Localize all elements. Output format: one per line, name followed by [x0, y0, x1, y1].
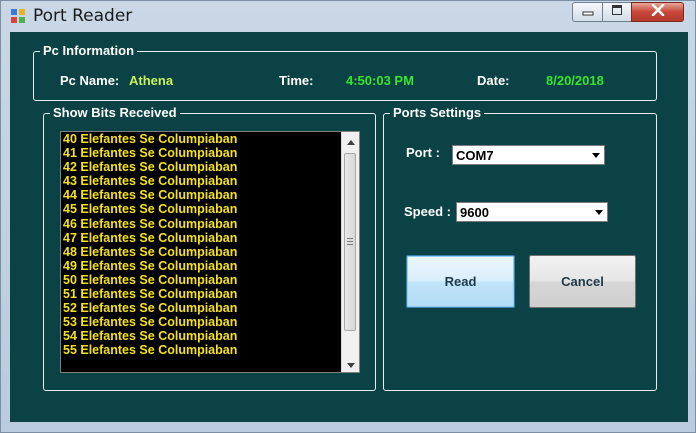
- read-button[interactable]: Read: [406, 255, 515, 308]
- maximize-button[interactable]: [602, 2, 632, 22]
- speed-select[interactable]: 9600: [456, 202, 608, 222]
- maximize-icon: [611, 3, 623, 21]
- pc-information-group: Pc Information Pc Name: Athena Time: 4:5…: [33, 43, 657, 101]
- scrollbar-thumb[interactable]: [344, 153, 356, 331]
- port-select-value: COM7: [456, 148, 494, 163]
- scroll-down-button[interactable]: [342, 355, 359, 372]
- list-item[interactable]: 54 Elefantes Se Columpiaban: [63, 329, 341, 343]
- date-value: 8/20/2018: [546, 73, 604, 88]
- ports-settings-legend: Ports Settings: [390, 105, 485, 121]
- chevron-up-icon: [346, 132, 355, 150]
- list-item[interactable]: 40 Elefantes Se Columpiaban: [63, 132, 341, 146]
- scroll-up-button[interactable]: [342, 132, 359, 149]
- show-bits-received-group: Show Bits Received 40 Elefantes Se Colum…: [43, 105, 376, 391]
- pc-name-label: Pc Name:: [60, 73, 120, 88]
- list-item[interactable]: 50 Elefantes Se Columpiaban: [63, 273, 341, 287]
- minimize-button[interactable]: [572, 2, 603, 22]
- dropdown-arrow-icon: [595, 210, 603, 215]
- pc-name-value: Athena: [129, 73, 174, 88]
- grip-icon: [347, 238, 353, 247]
- cancel-button[interactable]: Cancel: [529, 255, 636, 308]
- window-title: Port Reader: [33, 6, 133, 26]
- date-label: Date:: [477, 73, 510, 88]
- list-item[interactable]: 46 Elefantes Se Columpiaban: [63, 217, 341, 231]
- bits-received-listbox[interactable]: 40 Elefantes Se Columpiaban 41 Elefantes …: [60, 131, 360, 373]
- list-item[interactable]: 49 Elefantes Se Columpiaban: [63, 259, 341, 273]
- speed-label: Speed :: [404, 204, 451, 219]
- minimize-icon: [582, 3, 594, 21]
- pc-information-legend: Pc Information: [40, 43, 138, 59]
- list-item[interactable]: 45 Elefantes Se Columpiaban: [63, 202, 341, 216]
- show-bits-received-legend: Show Bits Received: [50, 105, 180, 121]
- speed-select-value: 9600: [460, 205, 489, 220]
- list-item[interactable]: 44 Elefantes Se Columpiaban: [63, 188, 341, 202]
- client-area: Pc Information Pc Name: Athena Time: 4:5…: [10, 32, 688, 422]
- time-value: 4:50:03 PM: [346, 73, 414, 88]
- list-item[interactable]: 51 Elefantes Se Columpiaban: [63, 287, 341, 301]
- list-item[interactable]: 55 Elefantes Se Columpiaban: [63, 343, 341, 357]
- ports-settings-group: Ports Settings Port : COM7 Speed : 9600 …: [383, 105, 657, 391]
- list-item[interactable]: 47 Elefantes Se Columpiaban: [63, 231, 341, 245]
- port-reader-window: Port Reader Pc Information Pc Name: Athe…: [0, 0, 696, 433]
- chevron-down-icon: [346, 355, 355, 373]
- app-icon: [10, 8, 26, 24]
- list-item[interactable]: 42 Elefantes Se Columpiaban: [63, 160, 341, 174]
- vertical-scrollbar[interactable]: [341, 132, 359, 372]
- list-item[interactable]: 48 Elefantes Se Columpiaban: [63, 245, 341, 259]
- title-bar[interactable]: Port Reader: [1, 1, 695, 31]
- list-item[interactable]: 52 Elefantes Se Columpiaban: [63, 301, 341, 315]
- port-select[interactable]: COM7: [452, 145, 605, 165]
- port-label: Port :: [406, 145, 440, 160]
- bits-list[interactable]: 40 Elefantes Se Columpiaban 41 Elefantes …: [63, 132, 341, 372]
- dropdown-arrow-icon: [592, 153, 600, 158]
- close-icon: [651, 3, 665, 21]
- list-item[interactable]: 43 Elefantes Se Columpiaban: [63, 174, 341, 188]
- list-item[interactable]: 41 Elefantes Se Columpiaban: [63, 146, 341, 160]
- close-button[interactable]: [631, 2, 684, 22]
- time-label: Time:: [279, 73, 314, 88]
- list-item[interactable]: 53 Elefantes Se Columpiaban: [63, 315, 341, 329]
